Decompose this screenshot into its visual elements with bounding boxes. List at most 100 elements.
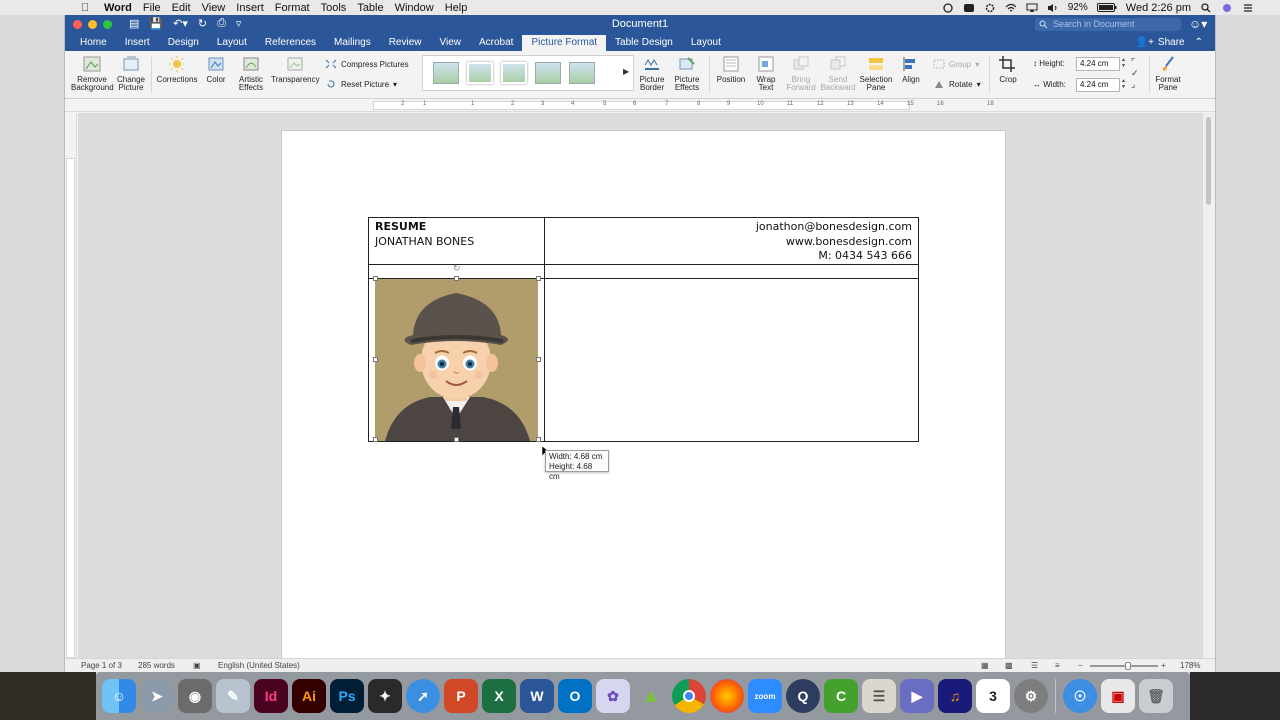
draft-view-icon[interactable]: ≡	[1055, 661, 1060, 670]
picture-style-thumb[interactable]	[535, 62, 561, 84]
menu-edit[interactable]: Edit	[172, 2, 191, 14]
reset-dropdown-icon[interactable]: ▾	[393, 80, 397, 89]
position-button[interactable]: Position	[713, 55, 749, 84]
rotate-dropdown-icon[interactable]: ▾	[977, 80, 981, 89]
search-document-input[interactable]: Search in Document	[1035, 18, 1181, 31]
finder-icon[interactable]: ☺	[102, 679, 136, 713]
volume-icon[interactable]	[1047, 3, 1059, 13]
adobe-icon[interactable]	[963, 3, 975, 13]
menu-window[interactable]: Window	[395, 2, 434, 14]
bring-forward-button[interactable]: Bring Forward	[783, 55, 819, 92]
picture-style-thumb[interactable]	[501, 62, 527, 84]
format-pane-button[interactable]: Format Pane	[1153, 55, 1183, 92]
tab-home[interactable]: Home	[71, 37, 116, 51]
menu-view[interactable]: View	[202, 2, 226, 14]
artistic-effects-button[interactable]: Artistic Effects	[234, 55, 268, 92]
resize-handle[interactable]	[373, 276, 378, 281]
menu-table[interactable]: Table	[357, 2, 383, 14]
rotate-button[interactable]: Rotate ▾	[933, 79, 981, 89]
calendar-icon[interactable]: 3	[976, 679, 1010, 713]
picture-style-thumb[interactable]	[569, 62, 595, 84]
resume-name[interactable]: JONATHAN BONES	[375, 235, 474, 248]
resize-handle[interactable]	[373, 437, 378, 442]
horizontal-ruler[interactable]: 2 1 1 2 3 4 5 6 7 8 9 10 11 12 13 14 15 …	[65, 100, 1215, 112]
lasso-icon[interactable]: ✿	[596, 679, 630, 713]
gear-menu-icon[interactable]	[984, 3, 996, 13]
outlook-icon[interactable]: O	[558, 679, 592, 713]
picture-styles-gallery[interactable]	[422, 55, 634, 91]
reset-picture-button[interactable]: Reset Picture ▾	[325, 79, 397, 89]
illustrator-icon[interactable]: Ai	[292, 679, 326, 713]
menubar-clock[interactable]: Wed 2:26 pm	[1126, 2, 1191, 14]
tab-layout[interactable]: Layout	[208, 37, 256, 51]
tab-table-layout[interactable]: Layout	[682, 37, 730, 51]
notification-center-icon[interactable]	[1242, 3, 1254, 13]
chrome-icon[interactable]	[672, 679, 706, 713]
vertical-scrollbar[interactable]	[1203, 113, 1215, 658]
resize-handle[interactable]	[536, 276, 541, 281]
tab-table-design[interactable]: Table Design	[606, 37, 682, 51]
siri-icon[interactable]	[1221, 3, 1233, 13]
height-stepper[interactable]: ▲ ▼	[1121, 57, 1126, 69]
transparency-button[interactable]: Transparency	[271, 55, 320, 84]
picture-style-thumb[interactable]	[433, 62, 459, 84]
safari-icon[interactable]: ➚	[406, 679, 440, 713]
picture-border-button[interactable]: Picture Border	[637, 55, 667, 92]
resume-header-table[interactable]: RESUME JONATHAN BONES jonathon@bonesdesi…	[368, 217, 919, 442]
share-button[interactable]: 👤+ Share ⌃	[1136, 37, 1203, 48]
resize-handle[interactable]	[536, 437, 541, 442]
airplay-icon[interactable]	[1026, 3, 1038, 13]
menu-file[interactable]: File	[143, 2, 161, 14]
tab-view[interactable]: View	[431, 37, 471, 51]
resize-handle[interactable]	[454, 276, 459, 281]
resize-handle[interactable]	[454, 437, 459, 442]
quicktime-icon[interactable]: Q	[786, 679, 820, 713]
network-globe-icon[interactable]: ☉	[1063, 679, 1097, 713]
print-layout-view-icon[interactable]: ▦	[981, 661, 989, 670]
lock-aspect-ratio-icon[interactable]: ⌜ ✓ ⌟	[1131, 57, 1139, 90]
tab-mailings[interactable]: Mailings	[325, 37, 380, 51]
zoom-out-icon[interactable]: −	[1078, 661, 1083, 670]
gallery-expand-icon[interactable]: ▶	[623, 67, 629, 76]
contact-website[interactable]: www.bonesdesign.com	[786, 235, 912, 248]
align-button[interactable]: Align	[897, 55, 925, 84]
document-canvas[interactable]: RESUME JONATHAN BONES jonathon@bonesdesi…	[78, 113, 1204, 658]
outline-view-icon[interactable]: ☰	[1031, 661, 1038, 670]
change-picture-button[interactable]: Change Picture	[115, 55, 147, 92]
tab-picture-format[interactable]: Picture Format	[522, 35, 607, 51]
zoom-slider-knob[interactable]	[1125, 662, 1131, 670]
zoom-in-icon[interactable]: +	[1161, 661, 1166, 670]
menu-format[interactable]: Format	[275, 2, 310, 14]
color-button[interactable]: Color	[202, 55, 230, 84]
picture-effects-button[interactable]: Picture Effects	[671, 55, 703, 92]
compress-pictures-button[interactable]: Compress Pictures	[325, 59, 409, 69]
vertical-ruler[interactable]	[65, 113, 77, 658]
document-page[interactable]: RESUME JONATHAN BONES jonathon@bonesdesi…	[281, 130, 1006, 658]
battery-icon[interactable]	[1096, 3, 1117, 12]
spotlight-search-icon[interactable]	[1200, 2, 1212, 13]
contact-email[interactable]: jonathon@bonesdesign.com	[756, 220, 912, 233]
feedback-smiley-icon[interactable]: ☺▾	[1189, 17, 1207, 31]
screen-window-icon[interactable]: ▣	[1101, 679, 1135, 713]
tab-review[interactable]: Review	[380, 37, 431, 51]
height-input[interactable]: 4.24 cm	[1076, 57, 1120, 71]
remove-background-button[interactable]: Remove Background	[71, 55, 114, 92]
android-icon[interactable]: ▲	[634, 679, 668, 713]
tab-references[interactable]: References	[256, 37, 325, 51]
word-icon[interactable]: W	[520, 679, 554, 713]
creative-cloud-icon[interactable]	[942, 2, 954, 13]
picture-style-thumb[interactable]	[467, 62, 493, 84]
trash-icon[interactable]: 🗑	[1139, 679, 1173, 713]
menu-tools[interactable]: Tools	[321, 2, 347, 14]
word-count[interactable]: 285 words	[138, 661, 175, 670]
rotate-handle-icon[interactable]: ↻	[453, 263, 461, 274]
page-count[interactable]: Page 1 of 3	[81, 661, 122, 670]
screenshot-icon[interactable]: ◉	[178, 679, 212, 713]
profile-picture[interactable]	[375, 279, 538, 441]
collapse-ribbon-icon[interactable]: ⌃	[1195, 37, 1203, 48]
zoom-slider[interactable]	[1090, 665, 1158, 667]
indesign-icon[interactable]: Id	[254, 679, 288, 713]
photoshop-icon[interactable]: Ps	[330, 679, 364, 713]
selection-pane-button[interactable]: Selection Pane	[857, 55, 895, 92]
zoom-icon[interactable]: zoom	[748, 679, 782, 713]
